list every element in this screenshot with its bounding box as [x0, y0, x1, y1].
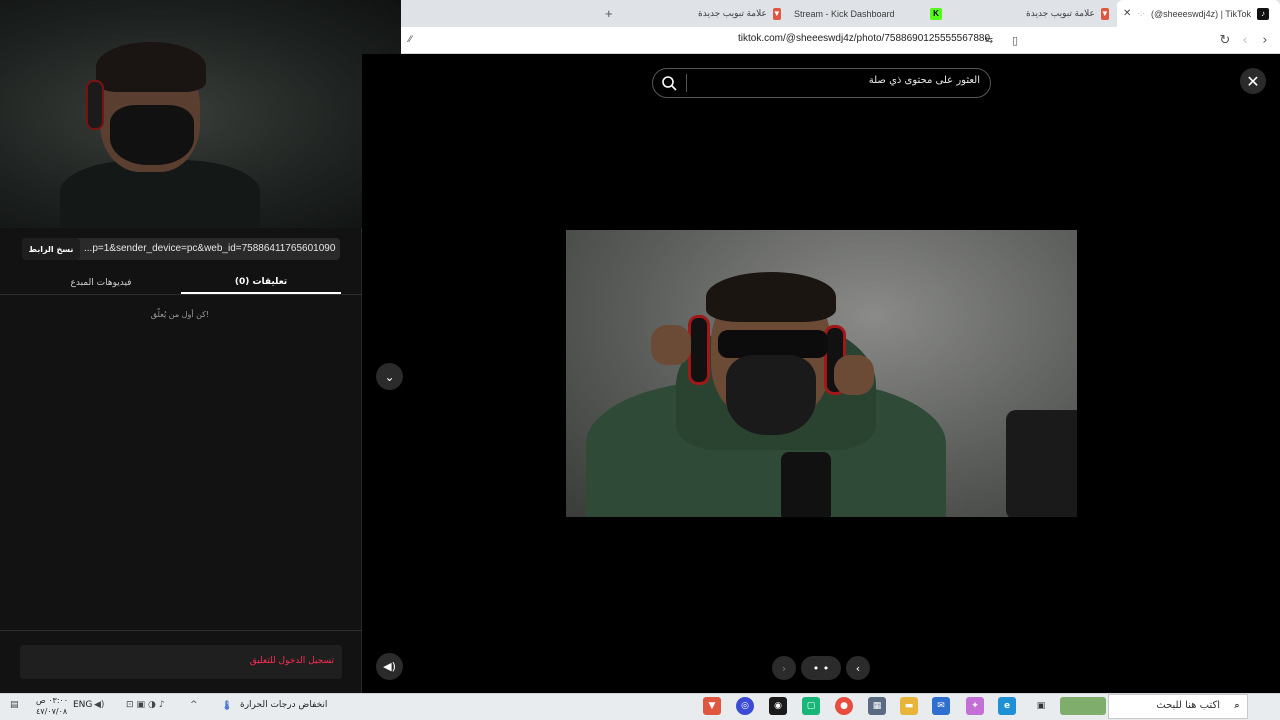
pager-next-button[interactable]: › [772, 656, 796, 680]
system-tray-icons[interactable]: ⊡▣◑♪ [126, 700, 168, 710]
video-person-hair [706, 272, 836, 322]
tab-new-2[interactable]: علامة تبويب جديدة ▼ [698, 0, 781, 27]
copilot-icon[interactable]: ✦ [966, 697, 984, 715]
close-tab-icon[interactable]: ✕ [1123, 8, 1131, 19]
taskbar-search-placeholder: اكتب هنا للبحث [1156, 700, 1220, 711]
thermometer-icon: 🌡 [221, 701, 233, 711]
tab-creator-videos[interactable]: فيديوهات المبدع [21, 272, 181, 294]
forward-button[interactable]: ‹ [1236, 31, 1254, 49]
mail-icon[interactable]: ✉ [932, 697, 950, 715]
screen: ✕ ·:· (@sheeeswdj4z) | TikTok ♪ علامة تب… [0, 0, 1280, 720]
video-chair [1006, 410, 1077, 517]
tab-tiktok[interactable]: ✕ ·:· (@sheeeswdj4z) | TikTok ♪ [1117, 0, 1280, 27]
tab-kick-label: Stream - Kick Dashboard [794, 8, 895, 19]
tab-kick[interactable]: Stream - Kick Dashboard [794, 0, 924, 27]
plus-icon: + [605, 6, 613, 21]
tab-tiktok-label: (@sheeeswdj4z) | TikTok [1150, 8, 1251, 19]
new-tab-button[interactable]: + [605, 0, 617, 27]
show-hidden-icons-chevron-icon[interactable]: ^ [190, 700, 198, 710]
tab-kick-icon-only[interactable]: K [930, 0, 944, 27]
webcam-face-mask [110, 105, 194, 165]
back-button[interactable]: › [1256, 31, 1274, 49]
tab-new-1-label: علامة تبويب جديدة [1026, 8, 1095, 18]
reload-button[interactable]: ↻ [1216, 31, 1234, 49]
empty-comments-message: كن أول من يُعلّق! [150, 310, 210, 319]
tab-new-2-label: علامة تبويب جديدة [698, 8, 767, 18]
tab-new-1[interactable]: علامة تبويب جديدة ▼ [1026, 0, 1109, 27]
comments-panel [0, 228, 362, 693]
tab-comments[interactable]: (0) تعليقات [181, 272, 341, 294]
share-link-text: ...p=1&sender_device=pc&web_id=758864117… [84, 243, 336, 254]
brave-icon: ▼ [1100, 7, 1109, 20]
pager-prev-button[interactable]: ‹ [846, 656, 870, 680]
store-icon[interactable]: ▦ [868, 697, 886, 715]
panel-bottom-divider [0, 630, 362, 631]
video-microphone [781, 452, 831, 517]
extension-icon[interactable]: ⁄⁄ [401, 31, 419, 49]
webcam-person-hair [96, 42, 206, 92]
scroll-down-button[interactable]: ⌄ [376, 363, 403, 390]
clock-date[interactable]: ٤٧/٠٧/٠٨ [36, 707, 67, 716]
language-indicator[interactable]: ENG [73, 700, 92, 710]
video-sunglasses [718, 330, 828, 358]
bookmark-icon[interactable]: ▯ [1006, 31, 1024, 49]
chevron-down-icon: ⌄ [384, 369, 395, 384]
tiktok-icon: ♪ [1256, 7, 1269, 20]
search-placeholder: العثور على محتوى ذي صلة [868, 75, 980, 86]
copy-link-button[interactable]: نسخ الرابط [22, 238, 80, 260]
speaker-icon: ◀) [383, 660, 396, 673]
file-explorer-icon[interactable]: ▬ [900, 697, 918, 715]
video-hand-right [834, 355, 874, 395]
pager-dots: • • [801, 656, 841, 680]
login-to-comment-link[interactable]: تسجيل الدخول للتعليق [222, 656, 334, 666]
search-icon[interactable] [660, 74, 678, 92]
volume-button[interactable]: ◀) [376, 653, 403, 680]
webcam-overlay [0, 0, 401, 228]
video-frame[interactable] [566, 230, 1077, 517]
close-viewer-button[interactable]: ✕ [1240, 68, 1266, 94]
obs-icon[interactable]: ◉ [769, 697, 787, 715]
url-text[interactable]: tiktok.com/@sheeeswdj4z/photo/7588690125… [738, 33, 990, 44]
task-view-icon[interactable]: ▣ [1032, 697, 1050, 715]
webcam-headset [86, 80, 104, 130]
weather-text[interactable]: انخفاض درجات الحرارة [240, 700, 327, 710]
taskbar-widget-thumbnail[interactable] [1060, 697, 1106, 715]
taskbar-search-icon: ⌕ [1234, 701, 1240, 711]
clock-time[interactable]: ٠٣:٠٠ ص [36, 696, 68, 705]
loading-icon: ·:· [1137, 9, 1145, 18]
search-divider [686, 74, 687, 92]
edge-icon[interactable]: e [998, 697, 1016, 715]
chrome-icon[interactable]: ● [835, 697, 853, 715]
discord-icon[interactable]: ◎ [736, 697, 754, 715]
notification-icon[interactable]: ▤ [10, 700, 19, 710]
brave-icon: ▼ [772, 7, 781, 20]
volume-tray-icon[interactable]: ◀) [94, 700, 104, 710]
video-hand-left [651, 325, 691, 365]
video-headset-left [688, 315, 710, 385]
brave-taskbar-icon[interactable]: ▼ [703, 697, 721, 715]
tabs-divider [0, 294, 362, 295]
kick-icon: K [930, 7, 942, 20]
app-icon-green[interactable]: ▢ [802, 697, 820, 715]
video-face-mask [726, 355, 816, 435]
